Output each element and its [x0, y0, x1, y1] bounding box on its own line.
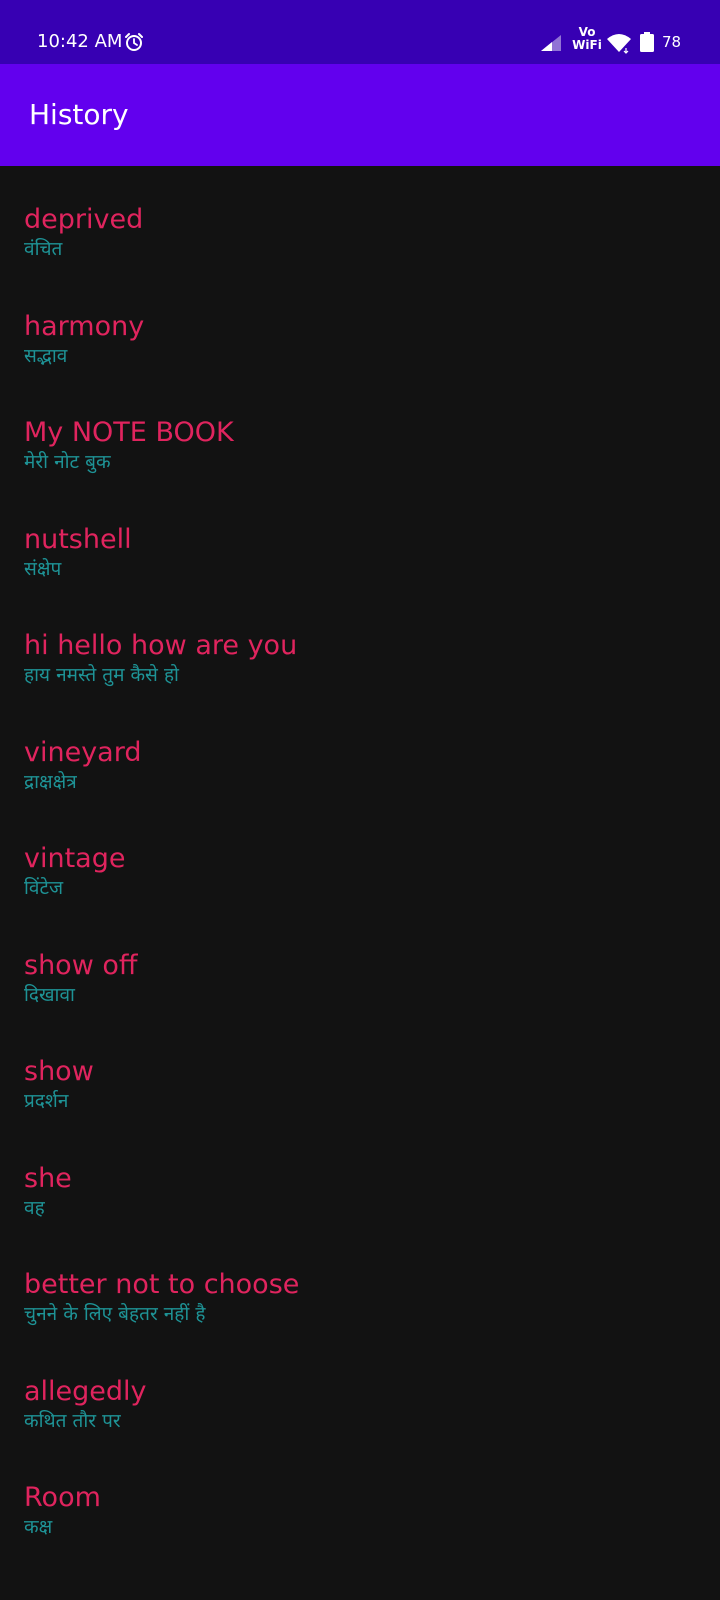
history-item-word: show off — [24, 949, 138, 981]
history-item-translation: सद्भाव — [24, 344, 68, 367]
history-item-translation: चुनने के लिए बेहतर नहीं है — [24, 1303, 206, 1325]
history-item-translation: कथित तौर पर — [24, 1409, 121, 1432]
history-item[interactable]: nutshell संक्षेप — [0, 486, 720, 593]
history-item[interactable]: allegedly कथित तौर पर — [0, 1338, 720, 1445]
cellular-signal-icon — [541, 35, 561, 51]
history-item-translation: वंचित — [24, 238, 63, 260]
battery-icon — [640, 32, 654, 52]
history-item[interactable]: Room कक्ष — [0, 1444, 720, 1551]
history-item[interactable]: My NOTE BOOK मेरी नोट बुक — [0, 379, 720, 486]
history-item-word: vineyard — [24, 736, 142, 768]
history-item[interactable]: better not to choose चुनने के लिए बेहतर न… — [0, 1231, 720, 1338]
history-item-word: harmony — [24, 310, 145, 342]
history-item-word: deprived — [24, 204, 144, 235]
history-item[interactable]: harmony सद्भाव — [0, 273, 720, 380]
history-item[interactable]: vintage विंटेज — [0, 805, 720, 912]
history-item[interactable]: she वह — [0, 1125, 720, 1232]
history-item-word: My NOTE BOOK — [24, 417, 234, 448]
history-item-translation: संक्षेप — [24, 557, 62, 580]
battery-level: 78 — [662, 33, 682, 51]
history-item[interactable]: vineyard द्राक्षक्षेत्र — [0, 699, 720, 806]
history-item-word: hi hello how are you — [24, 630, 298, 661]
history-item-translation: हाय नमस्ते तुम कैसे हो — [24, 664, 179, 686]
history-item-word: nutshell — [24, 523, 132, 555]
history-item[interactable]: deprived वंचित — [0, 166, 720, 273]
history-list: deprived वंचित harmony सद्भाव My NOTE BOOK मे… — [0, 166, 720, 1600]
wifi-icon — [607, 34, 631, 54]
history-item-translation: मेरी नोट बुक — [24, 451, 111, 473]
status-bar: 10:42 AM Vo WiFi 78 — [0, 0, 720, 64]
history-item-translation: दिखावा — [24, 983, 75, 1006]
history-item-translation: वह — [24, 1196, 45, 1219]
history-item-translation: प्रदर्शन — [24, 1090, 69, 1112]
alarm-clock-icon — [125, 33, 143, 51]
history-item-translation: द्राक्षक्षेत्र — [24, 770, 77, 793]
history-item-word: show — [24, 1056, 94, 1087]
history-item[interactable]: show off दिखावा — [0, 912, 720, 1019]
history-item-translation: विंटेज — [24, 877, 64, 899]
history-item-word: vintage — [24, 843, 126, 874]
history-item-word: allegedly — [24, 1375, 147, 1407]
history-item-translation: कक्ष — [24, 1516, 53, 1538]
history-item-word: better not to choose — [24, 1269, 300, 1300]
history-item-word: Room — [24, 1482, 101, 1513]
vowifi-label-bottom: WiFi — [572, 38, 602, 52]
history-item-word: she — [24, 1162, 72, 1194]
page-title: History — [29, 98, 129, 131]
status-time: 10:42 AM — [37, 31, 123, 52]
history-item[interactable]: hi hello how are you हाय नमस्ते तुम कैसे … — [0, 592, 720, 699]
history-item[interactable]: show प्रदर्शन — [0, 1018, 720, 1125]
vowifi-indicator: Vo WiFi — [572, 26, 602, 52]
app-bar: History — [0, 64, 720, 166]
